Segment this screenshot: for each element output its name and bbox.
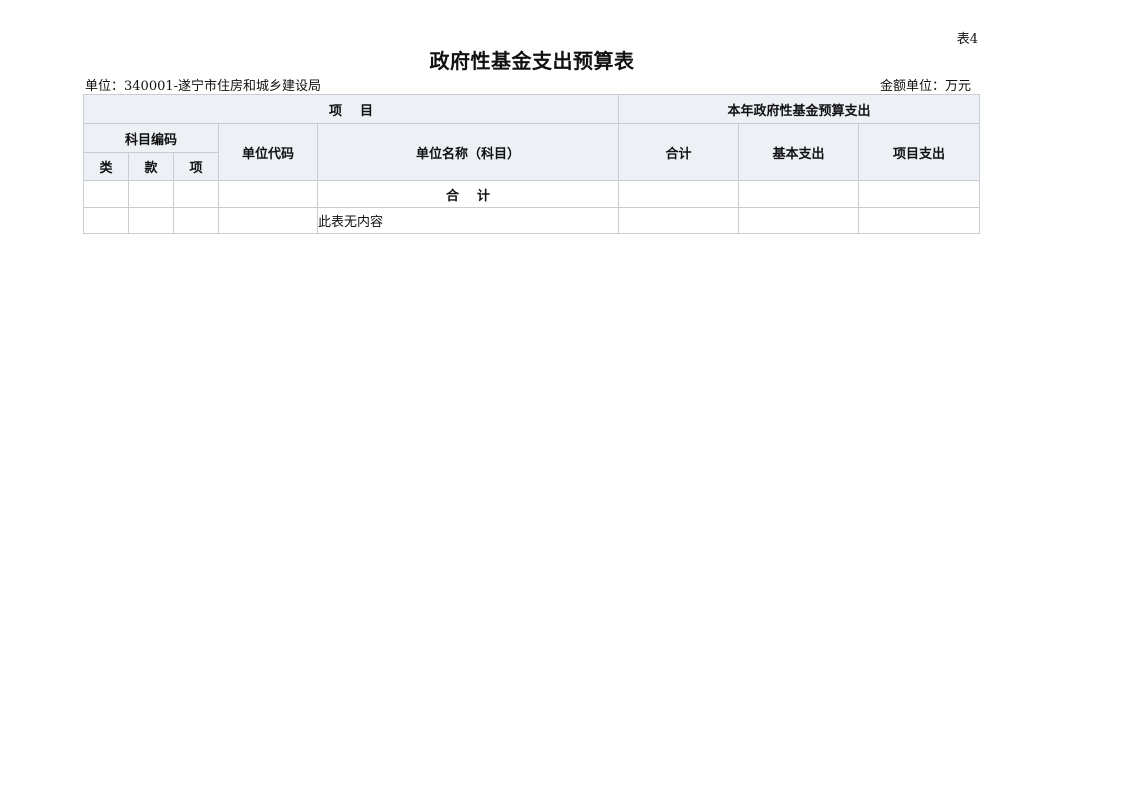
total-row-cell	[83, 180, 129, 208]
budget-table: 项 目 本年政府性基金预算支出 科目编码 单位代码 单位名称（科目） 合计 基本…	[83, 94, 980, 234]
table-cell	[173, 207, 219, 234]
total-row-cell	[173, 180, 219, 208]
table-cell	[738, 207, 859, 234]
header-row-1: 项 目 本年政府性基金预算支出	[83, 94, 980, 124]
table-cell	[218, 207, 318, 234]
project-expenditure-header: 项目支出	[858, 123, 980, 181]
total-row-cell	[738, 180, 859, 208]
subject-code-header: 科目编码	[83, 123, 219, 153]
table-cell	[128, 207, 174, 234]
table-cell	[858, 207, 980, 234]
class-header: 类	[83, 152, 129, 181]
table-row: 此表无内容	[83, 207, 980, 234]
reporting-unit: 单位：340001-遂宁市住房和城乡建设局	[85, 79, 322, 94]
total-header: 合计	[618, 123, 739, 181]
page-title: 政府性基金支出预算表	[429, 49, 635, 73]
amount-unit: 金额单位：万元	[879, 79, 971, 94]
group-header-item: 项 目	[83, 94, 619, 124]
total-row-cell	[618, 180, 739, 208]
empty-table-note: 此表无内容	[317, 207, 619, 234]
group-header-budget: 本年政府性基金预算支出	[618, 94, 980, 124]
total-row-cell	[128, 180, 174, 208]
total-row-label: 合 计	[317, 180, 619, 208]
section-header: 款	[128, 152, 174, 181]
total-row: 合 计	[83, 180, 980, 208]
unit-code-header: 单位代码	[218, 123, 318, 181]
header-row-2: 科目编码 单位代码 单位名称（科目） 合计 基本支出 项目支出	[83, 123, 980, 181]
total-row-cell	[858, 180, 980, 208]
item-header: 项	[173, 152, 219, 181]
table-cell	[618, 207, 739, 234]
basic-expenditure-header: 基本支出	[738, 123, 859, 181]
unit-name-header: 单位名称（科目）	[317, 123, 619, 181]
table-cell	[83, 207, 129, 234]
total-row-cell	[218, 180, 318, 208]
